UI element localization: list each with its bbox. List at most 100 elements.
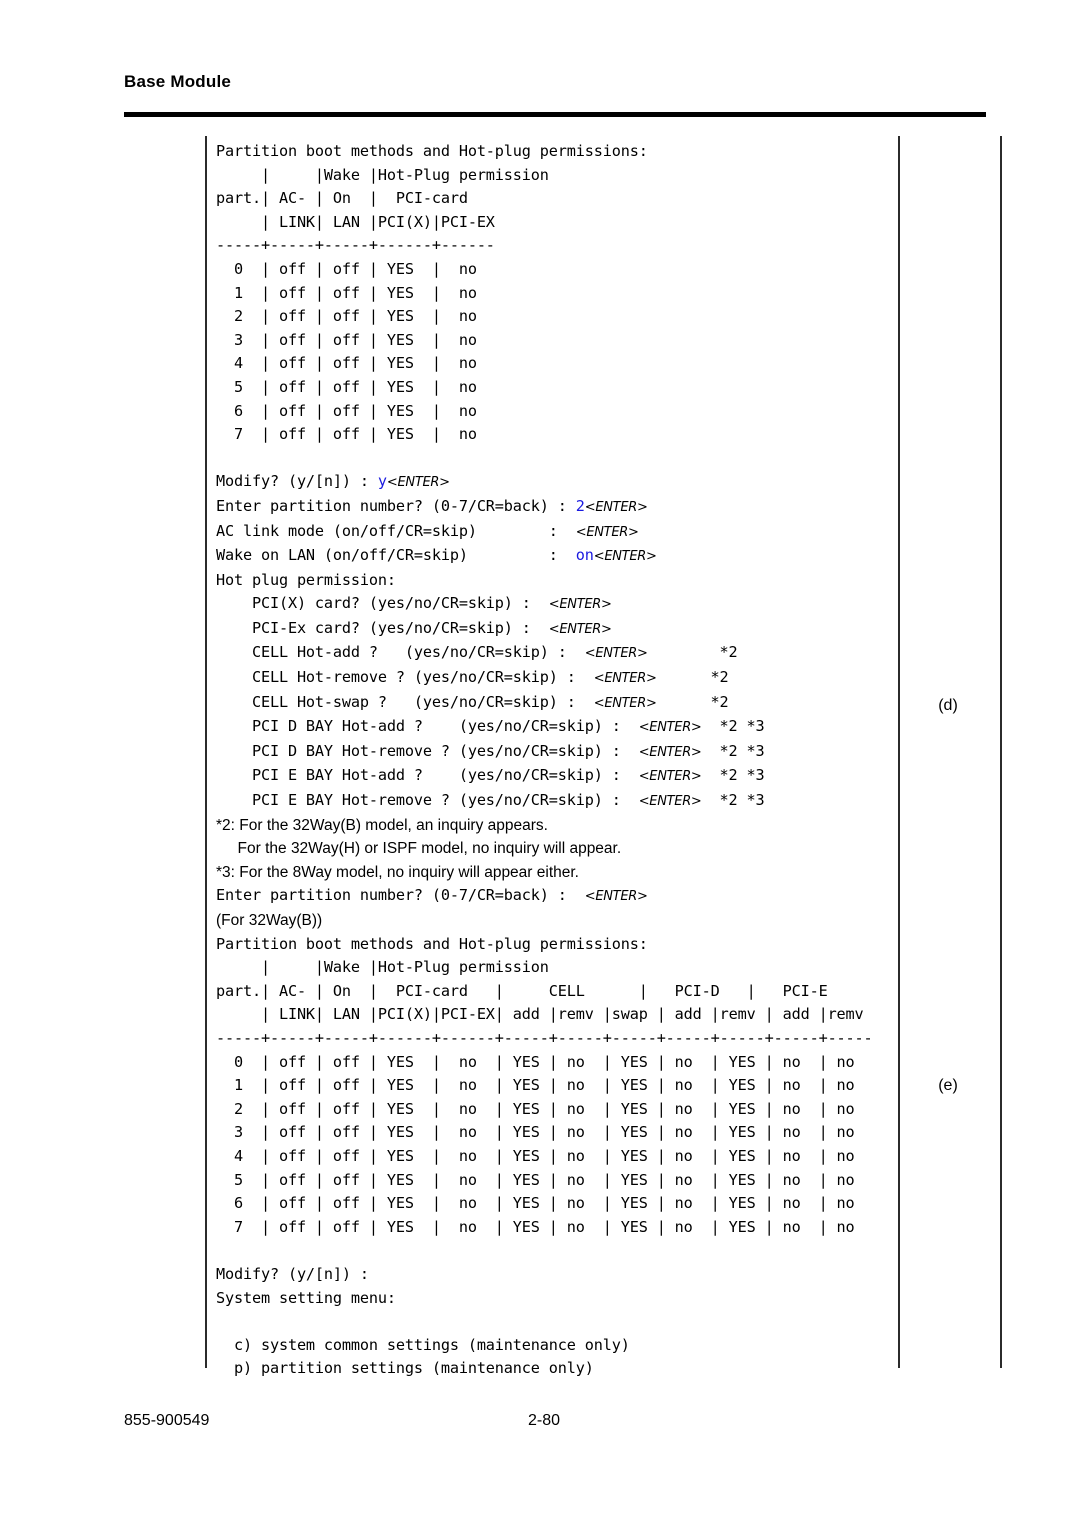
- terminal-text: *2: [647, 643, 738, 662]
- terminal-line: PCI(X) card? (yes/no/CR=skip) : <ENTER>: [216, 592, 896, 617]
- terminal-line: System setting menu:: [216, 1288, 396, 1307]
- enter-key-token: <ENTER>: [638, 794, 702, 810]
- header-divider: [124, 112, 986, 117]
- terminal-line: 3 | off | off | YES | no: [216, 330, 477, 349]
- terminal-line: AC link mode (on/off/CR=skip) : <ENTER>: [216, 520, 896, 545]
- terminal-line: For the 32Way(H) or ISPF model, no inqui…: [216, 837, 896, 861]
- terminal-text: Enter partition number? (0-7/CR=back) :: [216, 886, 585, 905]
- terminal-line: (For 32Way(B)): [216, 909, 896, 933]
- terminal-text: *2 *3: [701, 741, 765, 760]
- terminal-line: 5 | off | off | YES | no: [216, 377, 477, 396]
- terminal-text: *2 *3: [701, 766, 765, 785]
- page-title: Base Module: [124, 72, 232, 91]
- callout-label-e: (e): [938, 1077, 958, 1094]
- terminal-text: CELL Hot-add ? (yes/no/CR=skip) :: [216, 643, 585, 662]
- terminal-line: 4 | off | off | YES | no: [216, 354, 477, 373]
- terminal-text: CELL Hot-remove ? (yes/no/CR=skip) :: [216, 668, 594, 687]
- terminal-line: 1 | off | off | YES | no | YES | no | YE…: [216, 1076, 855, 1095]
- terminal-line: 0 | off | off | YES | no | YES | no | YE…: [216, 1052, 855, 1071]
- terminal-line: p) partition settings (maintenance only): [216, 1359, 594, 1378]
- enter-key-token: <ENTER>: [593, 549, 657, 565]
- terminal-line: | LINK| LAN |PCI(X)|PCI-EX| add |remv |s…: [216, 1005, 864, 1024]
- terminal-line: PCI E BAY Hot-remove ? (yes/no/CR=skip) …: [216, 789, 896, 814]
- terminal-text: PCI E BAY Hot-add ? (yes/no/CR=skip) :: [216, 766, 639, 785]
- terminal-text: PCI(X) card? (yes/no/CR=skip) :: [216, 594, 549, 613]
- terminal-text: *2: [656, 692, 729, 711]
- terminal-line: CELL Hot-remove ? (yes/no/CR=skip) : <EN…: [216, 666, 896, 691]
- terminal-line: 4 | off | off | YES | no | YES | no | YE…: [216, 1146, 855, 1165]
- footnote-text: (For 32Way(B)): [216, 912, 323, 929]
- content-middle-rule: [898, 136, 900, 1368]
- page-number: 2-80: [528, 1412, 561, 1429]
- terminal-line: | LINK| LAN |PCI(X)|PCI-EX: [216, 212, 495, 231]
- callout-label-d: (d): [938, 697, 958, 714]
- content-right-rule: [1000, 136, 1002, 1368]
- terminal-text: *2 *3: [701, 717, 765, 736]
- terminal-line: Hot plug permission:: [216, 570, 396, 589]
- terminal-line: 7 | off | off | YES | no: [216, 425, 477, 444]
- terminal-line: -----+-----+-----+------+------+-----+--…: [216, 1028, 873, 1047]
- terminal-line: Enter partition number? (0-7/CR=back) : …: [216, 884, 896, 909]
- terminal-line: part.| AC- | On | PCI-card: [216, 189, 468, 208]
- content-left-rule: [205, 136, 207, 1368]
- terminal-line: PCI E BAY Hot-add ? (yes/no/CR=skip) : <…: [216, 764, 896, 789]
- page-header: Base Module: [124, 72, 984, 92]
- terminal-text: CELL Hot-swap ? (yes/no/CR=skip) :: [216, 692, 594, 711]
- enter-key-token: <ENTER>: [638, 720, 702, 736]
- terminal-text: AC link mode (on/off/CR=skip) :: [216, 521, 576, 540]
- terminal-text: Enter partition number? (0-7/CR=back) :: [216, 496, 576, 515]
- terminal-text: PCI E BAY Hot-remove ? (yes/no/CR=skip) …: [216, 791, 639, 810]
- terminal-line: 2 | off | off | YES | no: [216, 307, 477, 326]
- user-input-token: on: [575, 546, 594, 565]
- terminal-text: PCI D BAY Hot-add ? (yes/no/CR=skip) :: [216, 717, 639, 736]
- terminal-line: | |Wake |Hot-Plug permission: [216, 165, 549, 184]
- enter-key-token: <ENTER>: [575, 524, 639, 540]
- terminal-text: *2 *3: [701, 791, 765, 810]
- footnote-text: *2: For the 32Way(B) model, an inquiry a…: [216, 816, 548, 834]
- terminal-text: Wake on LAN (on/off/CR=skip) :: [216, 546, 576, 565]
- terminal-line: CELL Hot-add ? (yes/no/CR=skip) : <ENTER…: [216, 641, 896, 666]
- terminal-line: 1 | off | off | YES | no: [216, 283, 477, 302]
- terminal-line: 5 | off | off | YES | no | YES | no | YE…: [216, 1170, 855, 1189]
- user-input-token: 2: [575, 496, 585, 515]
- terminal-text: *2: [656, 668, 729, 687]
- terminal-line: *3: For the 8Way model, no inquiry will …: [216, 861, 896, 885]
- enter-key-token: <ENTER>: [593, 671, 657, 687]
- user-input-token: y: [377, 472, 387, 491]
- enter-key-token: <ENTER>: [593, 695, 657, 711]
- terminal-line: Partition boot methods and Hot-plug perm…: [216, 142, 648, 160]
- enter-key-token: <ENTER>: [548, 597, 612, 613]
- terminal-line: 0 | off | off | YES | no: [216, 259, 477, 278]
- terminal-transcript: Partition boot methods and Hot-plug perm…: [216, 140, 896, 1381]
- terminal-line: 3 | off | off | YES | no | YES | no | YE…: [216, 1123, 855, 1142]
- enter-key-token: <ENTER>: [548, 621, 612, 637]
- terminal-line: 6 | off | off | YES | no: [216, 401, 477, 420]
- terminal-line: *2: For the 32Way(B) model, an inquiry a…: [216, 814, 896, 838]
- terminal-text: Modify? (y/[n]) :: [216, 472, 378, 491]
- terminal-text: PCI-Ex card? (yes/no/CR=skip) :: [216, 618, 549, 637]
- terminal-line: part.| AC- | On | PCI-card | CELL | PCI-…: [216, 981, 828, 1000]
- terminal-line: CELL Hot-swap ? (yes/no/CR=skip) : <ENTE…: [216, 691, 896, 716]
- enter-key-token: <ENTER>: [584, 499, 648, 515]
- footnote-text: *3: For the 8Way model, no inquiry will …: [216, 863, 579, 881]
- terminal-line: PCI D BAY Hot-remove ? (yes/no/CR=skip) …: [216, 740, 896, 765]
- terminal-line: PCI D BAY Hot-add ? (yes/no/CR=skip) : <…: [216, 715, 896, 740]
- enter-key-token: <ENTER>: [584, 889, 648, 905]
- terminal-line: 7 | off | off | YES | no | YES | no | YE…: [216, 1217, 855, 1236]
- enter-key-token: <ENTER>: [386, 475, 450, 491]
- enter-key-token: <ENTER>: [638, 769, 702, 785]
- terminal-line: | |Wake |Hot-Plug permission: [216, 958, 549, 977]
- terminal-line: PCI-Ex card? (yes/no/CR=skip) : <ENTER>: [216, 617, 896, 642]
- terminal-line: Partition boot methods and Hot-plug perm…: [216, 934, 648, 953]
- terminal-line: Modify? (y/[n]) :: [216, 1264, 369, 1283]
- terminal-text: PCI D BAY Hot-remove ? (yes/no/CR=skip) …: [216, 741, 639, 760]
- document-number: 855-900549: [124, 1412, 210, 1429]
- terminal-line: 6 | off | off | YES | no | YES | no | YE…: [216, 1194, 855, 1213]
- terminal-line: Modify? (y/[n]) : y<ENTER>: [216, 470, 896, 495]
- terminal-line: c) system common settings (maintenance o…: [216, 1335, 630, 1354]
- enter-key-token: <ENTER>: [584, 646, 648, 662]
- terminal-line: -----+-----+-----+------+------: [216, 236, 495, 255]
